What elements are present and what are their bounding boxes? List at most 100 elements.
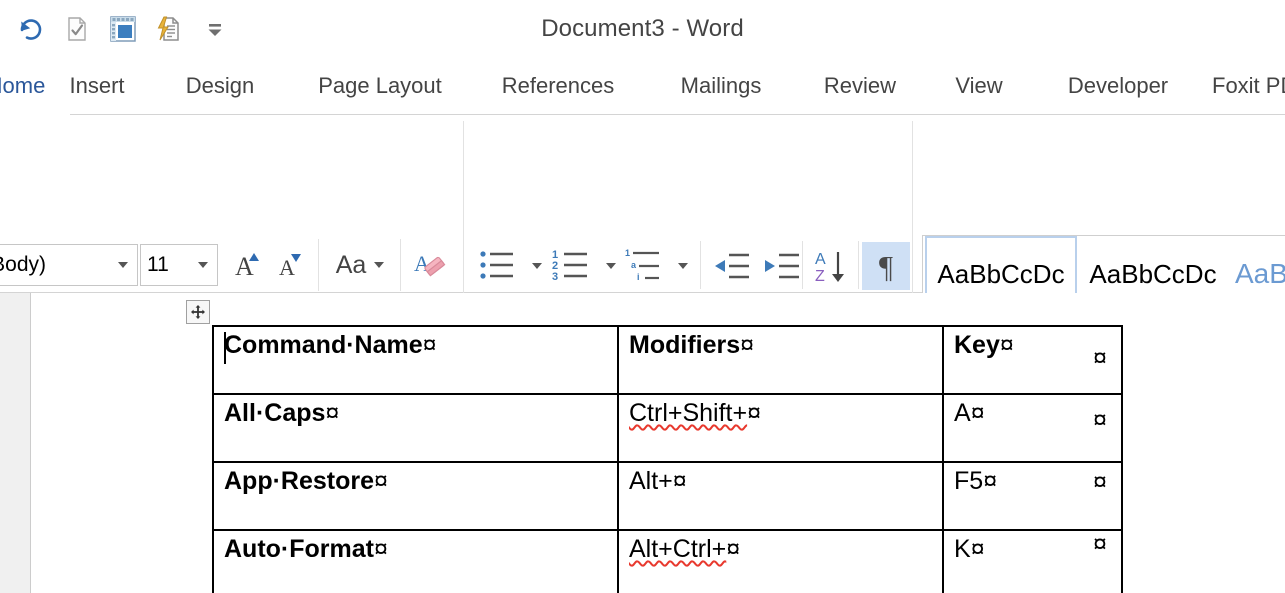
cell-end-mark: ¤ [983, 467, 997, 495]
multilevel-list-icon[interactable]: 1 a i [620, 243, 670, 289]
quick-access-toolbar [0, 0, 238, 57]
sort-icon[interactable]: A Z [808, 243, 858, 289]
paragraph-group-divider-3 [858, 241, 859, 289]
font-name-value: ori (Body) [0, 253, 46, 277]
decrease-indent-icon[interactable] [708, 243, 758, 289]
tab-page-layout-label: Page Layout [318, 73, 442, 99]
spelling-check-icon[interactable] [54, 6, 100, 52]
cell-end-mark: ¤ [1000, 331, 1014, 359]
tab-mailings-label: Mailings [681, 73, 762, 99]
increase-indent-icon[interactable] [758, 243, 808, 289]
font-group-divider-2 [400, 239, 401, 291]
cell-text: Command·Name [224, 331, 423, 359]
table-row[interactable]: Auto·Format¤ Alt+Ctrl+¤ K¤ [213, 530, 1122, 593]
chevron-down-icon [118, 262, 128, 268]
svg-text:1: 1 [625, 248, 630, 258]
cell-end-mark: ¤ [673, 467, 687, 495]
cell-text: Ctrl+Shift+ [629, 399, 747, 427]
table-cell-command-name[interactable]: Auto·Format¤ [213, 530, 618, 593]
undo-icon[interactable] [8, 6, 54, 52]
svg-text:a: a [631, 260, 637, 270]
table-row[interactable]: App·Restore¤ Alt+¤ F5¤ [213, 462, 1122, 530]
cell-text: A [954, 399, 971, 427]
svg-text:A: A [235, 252, 254, 281]
quick-print-icon[interactable] [146, 6, 192, 52]
bullets-icon[interactable] [474, 243, 524, 289]
tab-developer[interactable]: Developer [1042, 57, 1194, 115]
font-group-divider-1 [318, 239, 319, 291]
document-canvas[interactable]: Command·Name¤ Modifiers¤ Key¤ All·Caps¤ … [0, 293, 1285, 593]
pilcrow-glyph: ¶ [879, 251, 893, 282]
svg-text:i: i [637, 272, 640, 282]
cell-end-mark: ¤ [740, 331, 754, 359]
tab-view[interactable]: View [935, 57, 1023, 115]
tab-mailings[interactable]: Mailings [655, 57, 787, 115]
cell-end-mark: ¤ [726, 535, 740, 563]
svg-text:3: 3 [552, 271, 558, 283]
cell-text: App·Restore [224, 467, 374, 495]
row-end-mark: ¤ [1093, 408, 1107, 433]
cell-end-mark: ¤ [325, 399, 339, 427]
title-bar: Document3 - Word [0, 0, 1285, 57]
row-end-mark: ¤ [1093, 532, 1107, 557]
chevron-down-icon [198, 262, 208, 268]
tab-foxit-pdf[interactable]: Foxit PDF [1212, 57, 1285, 115]
multilevel-list-chevron-down-icon[interactable] [670, 243, 696, 289]
cell-text: Alt+Ctrl+ [629, 535, 726, 563]
tab-insert-label: Insert [69, 73, 124, 99]
cell-end-mark: ¤ [374, 467, 388, 495]
cell-end-mark: ¤ [423, 331, 437, 359]
tab-page-layout[interactable]: Page Layout [285, 57, 475, 115]
tab-insert[interactable]: Insert [38, 57, 156, 115]
shrink-font-icon[interactable]: A [268, 243, 310, 287]
change-case-icon[interactable]: Aa [326, 243, 394, 287]
tab-review-label: Review [824, 73, 896, 99]
paragraph-group-divider-2 [802, 241, 803, 289]
font-name-combobox[interactable]: ori (Body) [0, 244, 138, 286]
grow-font-icon[interactable]: A [226, 243, 268, 287]
table-cell-modifiers[interactable]: Alt+¤ [618, 462, 943, 530]
customize-quick-access-toolbar-icon[interactable] [192, 6, 238, 52]
tab-developer-label: Developer [1068, 73, 1168, 99]
clear-formatting-icon[interactable]: A [406, 243, 452, 287]
table-cell-modifiers[interactable]: Modifiers¤ [618, 326, 943, 394]
show-hide-formatting-marks-icon[interactable]: ¶ [862, 242, 910, 290]
tab-review[interactable]: Review [802, 57, 918, 115]
row-end-mark: ¤ [1093, 346, 1107, 371]
style-preview-normal: AaBbCcDc [937, 261, 1064, 287]
table-row[interactable]: Command·Name¤ Modifiers¤ Key¤ [213, 326, 1122, 394]
cell-text: K [954, 535, 971, 563]
svg-text:A: A [815, 251, 826, 268]
svg-text:Z: Z [815, 268, 825, 285]
table-cell-command-name[interactable]: App·Restore¤ [213, 462, 618, 530]
shortcuts-table[interactable]: Command·Name¤ Modifiers¤ Key¤ All·Caps¤ … [212, 325, 1123, 593]
bullets-chevron-down-icon[interactable] [524, 243, 550, 289]
cell-end-mark: ¤ [971, 535, 985, 563]
cell-end-mark: ¤ [747, 399, 761, 427]
ribbon: ori (Body) 11 A A Aa A [0, 115, 1285, 293]
table-row[interactable]: All·Caps¤ Ctrl+Shift+¤ A¤ [213, 394, 1122, 462]
tab-foxit-pdf-label: Foxit PDF [1212, 73, 1285, 99]
word-application-window: Document3 - Word Home Insert Design Page… [0, 0, 1285, 593]
cell-text: Alt+ [629, 467, 673, 495]
tab-references[interactable]: References [479, 57, 637, 115]
print-preview-icon[interactable] [100, 6, 146, 52]
ribbon-tab-strip: Home Insert Design Page Layout Reference… [0, 57, 1285, 115]
table-cell-modifiers[interactable]: Alt+Ctrl+¤ [618, 530, 943, 593]
cell-text: Key [954, 331, 1000, 359]
cell-text: Auto·Format [224, 535, 374, 563]
table-cell-modifiers[interactable]: Ctrl+Shift+¤ [618, 394, 943, 462]
table-cell-command-name[interactable]: All·Caps¤ [213, 394, 618, 462]
tab-design[interactable]: Design [159, 57, 281, 115]
paragraph-group-divider-1 [700, 241, 701, 289]
font-size-combobox[interactable]: 11 [140, 244, 218, 286]
tab-references-label: References [502, 73, 615, 99]
style-preview-heading-1: AaB [1235, 260, 1285, 288]
table-move-handle[interactable] [186, 300, 210, 324]
cell-text: All·Caps [224, 399, 325, 427]
font-size-value: 11 [141, 253, 169, 277]
table-cell-command-name[interactable]: Command·Name¤ [213, 326, 618, 394]
style-preview-no-spacing: AaBbCcDc [1089, 261, 1216, 287]
numbering-icon[interactable]: 123 [548, 243, 598, 289]
tab-view-label: View [955, 73, 1002, 99]
